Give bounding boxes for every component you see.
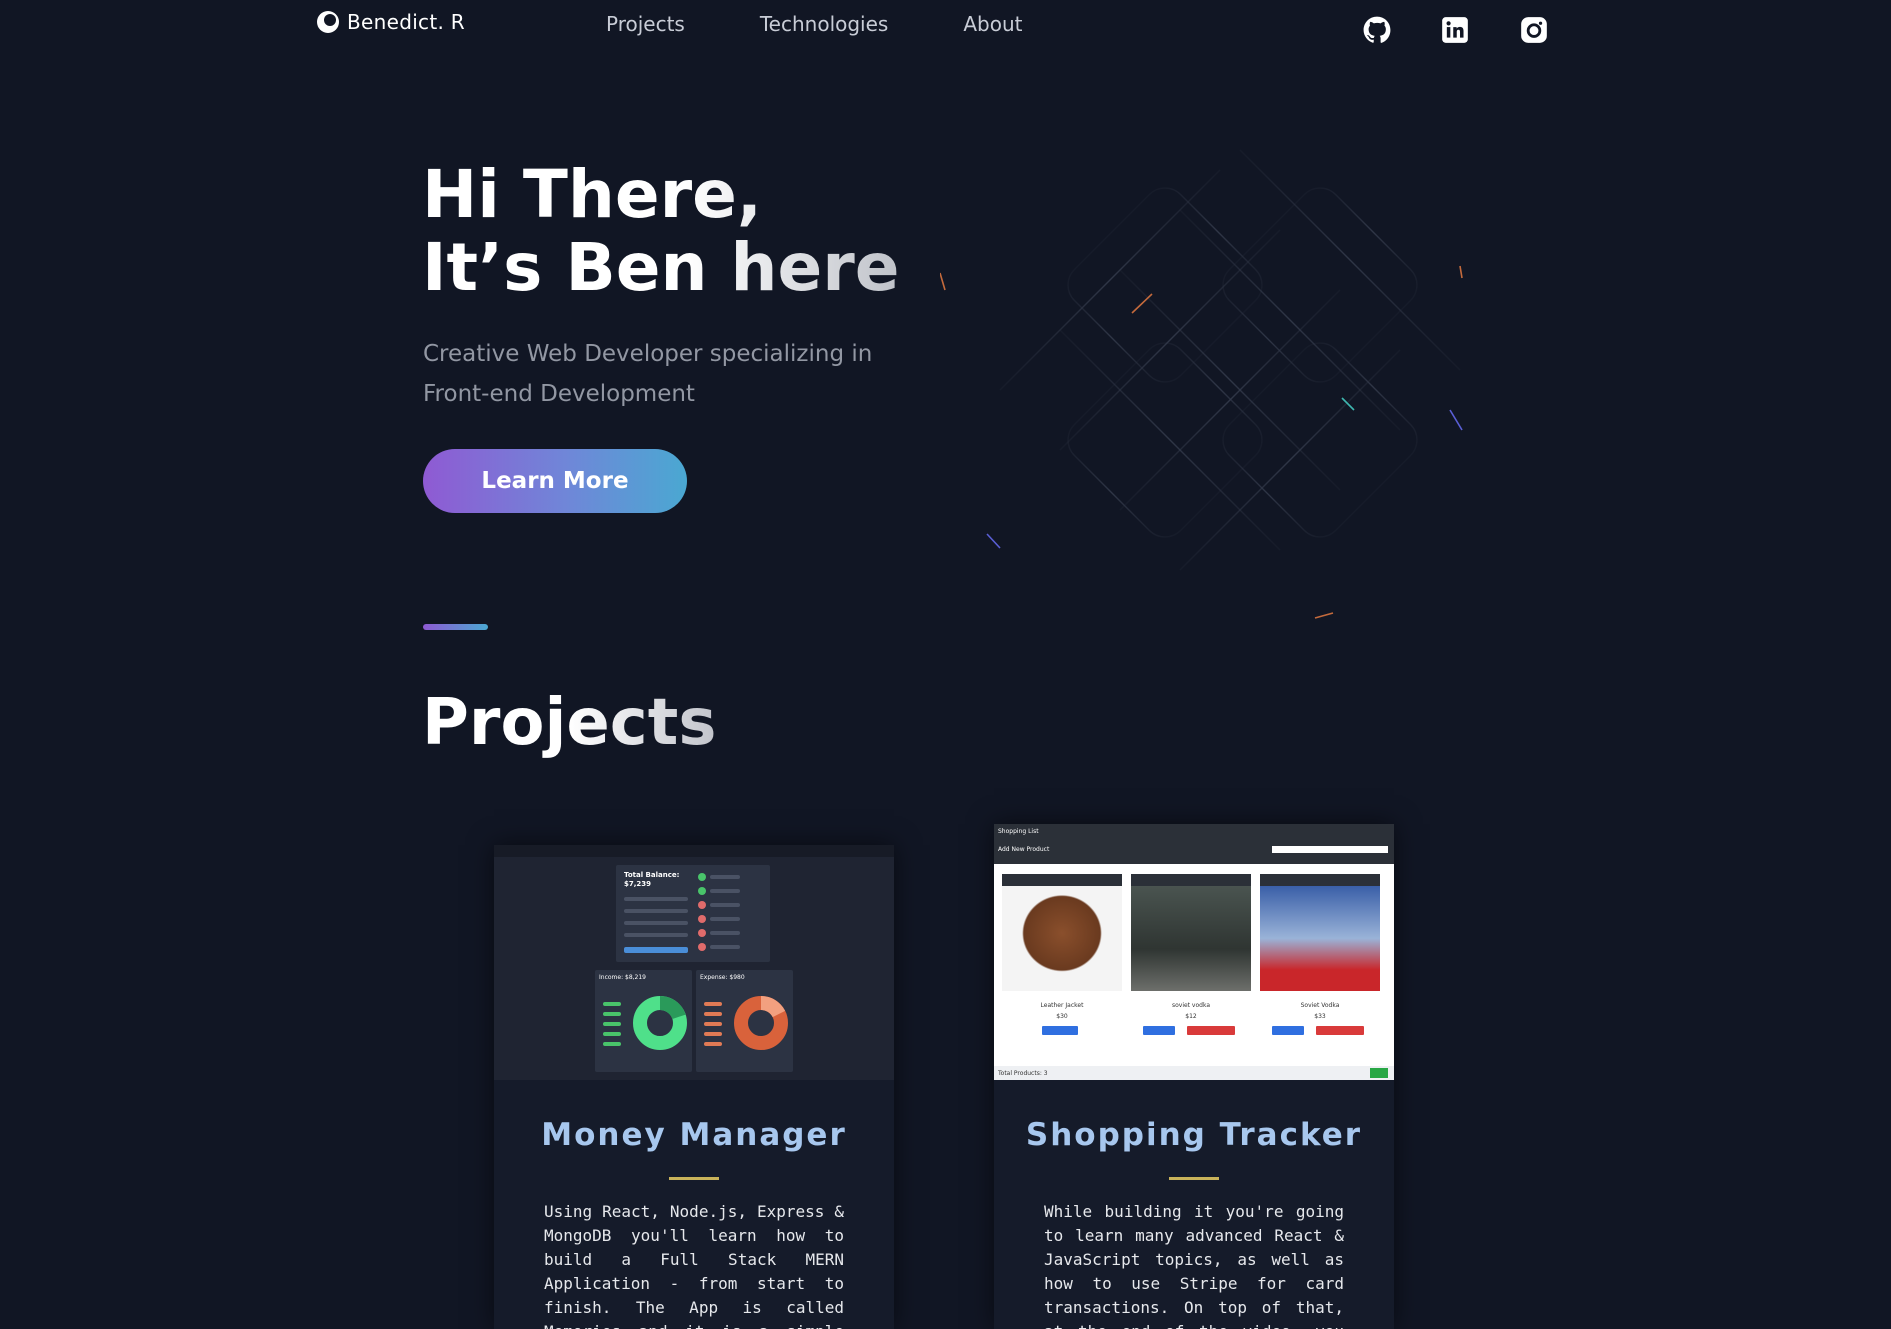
project-card-money-manager[interactable]: Total Balance: $7,239 Income: $8,219 Exp… [494, 845, 894, 1329]
nav-link-about[interactable]: About [963, 12, 1022, 36]
nav-link-projects[interactable]: Projects [606, 12, 685, 36]
sl-item-2: soviet vodka $12 [1131, 874, 1251, 1044]
sl-topbar: Shopping List Add New Product [994, 824, 1394, 864]
learn-more-button[interactable]: Learn More [423, 449, 687, 513]
sl-footer: Total Products: 3 [994, 1066, 1394, 1080]
hero-geometric-art [940, 149, 1463, 619]
nav-links: Projects Technologies About [606, 12, 1022, 36]
project-title: Shopping Tracker [1025, 1117, 1363, 1153]
nav-link-technologies[interactable]: Technologies [760, 12, 888, 36]
mm-balance-label: Total Balance: [624, 871, 680, 879]
project-title: Money Manager [541, 1117, 847, 1153]
projects-heading-text: Projects [422, 686, 717, 760]
money-manager-screenshot: Total Balance: $7,239 Income: $8,219 Exp… [494, 845, 894, 1080]
hero-title-line1: Hi There, [422, 158, 900, 231]
sl-add-label: Add New Product [998, 846, 1050, 853]
mm-income-label: Income: $8,219 [599, 974, 647, 981]
mm-balance-value: $7,239 [624, 880, 652, 888]
top-navbar: Benedict. R Projects Technologies About [0, 0, 1891, 60]
mm-form-panel: Total Balance: $7,239 [616, 865, 770, 962]
project-title-rule [1169, 1177, 1219, 1180]
projects-heading: Projects [422, 686, 716, 760]
hero-subtitle: Creative Web Developer specializing in F… [423, 341, 873, 407]
github-icon[interactable] [1363, 16, 1391, 44]
project-card-shopping-tracker[interactable]: Shopping List Add New Product Leather Ja… [994, 824, 1394, 1329]
brand-link[interactable]: Benedict. R [317, 10, 465, 34]
brand-logo-icon [317, 11, 339, 33]
linkedin-icon[interactable] [1441, 16, 1469, 44]
project-description: While building it you're going to learn … [1044, 1202, 1344, 1329]
section-divider [423, 624, 488, 630]
brand-name: Benedict. R [347, 10, 466, 34]
project-description: Using React, Node.js, Express & MongoDB … [544, 1202, 844, 1329]
sl-item-1: Leather Jacket $30 [1002, 874, 1122, 1044]
project-title-rule [669, 1177, 719, 1180]
instagram-icon[interactable] [1520, 16, 1548, 44]
hero-title: Hi There, It’s Ben here [422, 158, 900, 304]
sl-item-3: Soviet Vodka $33 [1260, 874, 1380, 1044]
mm-income-panel: Income: $8,219 [595, 970, 692, 1072]
mm-expense-label: Expense: $980 [700, 974, 745, 981]
sl-total-label: Total Products: 3 [998, 1070, 1048, 1077]
sl-app-title: Shopping List [998, 828, 1039, 835]
shopping-tracker-screenshot: Shopping List Add New Product Leather Ja… [994, 824, 1394, 1080]
mm-expense-panel: Expense: $980 [696, 970, 793, 1072]
hero-title-line2: It’s Ben here [422, 229, 900, 306]
mm-topbar [494, 845, 894, 857]
